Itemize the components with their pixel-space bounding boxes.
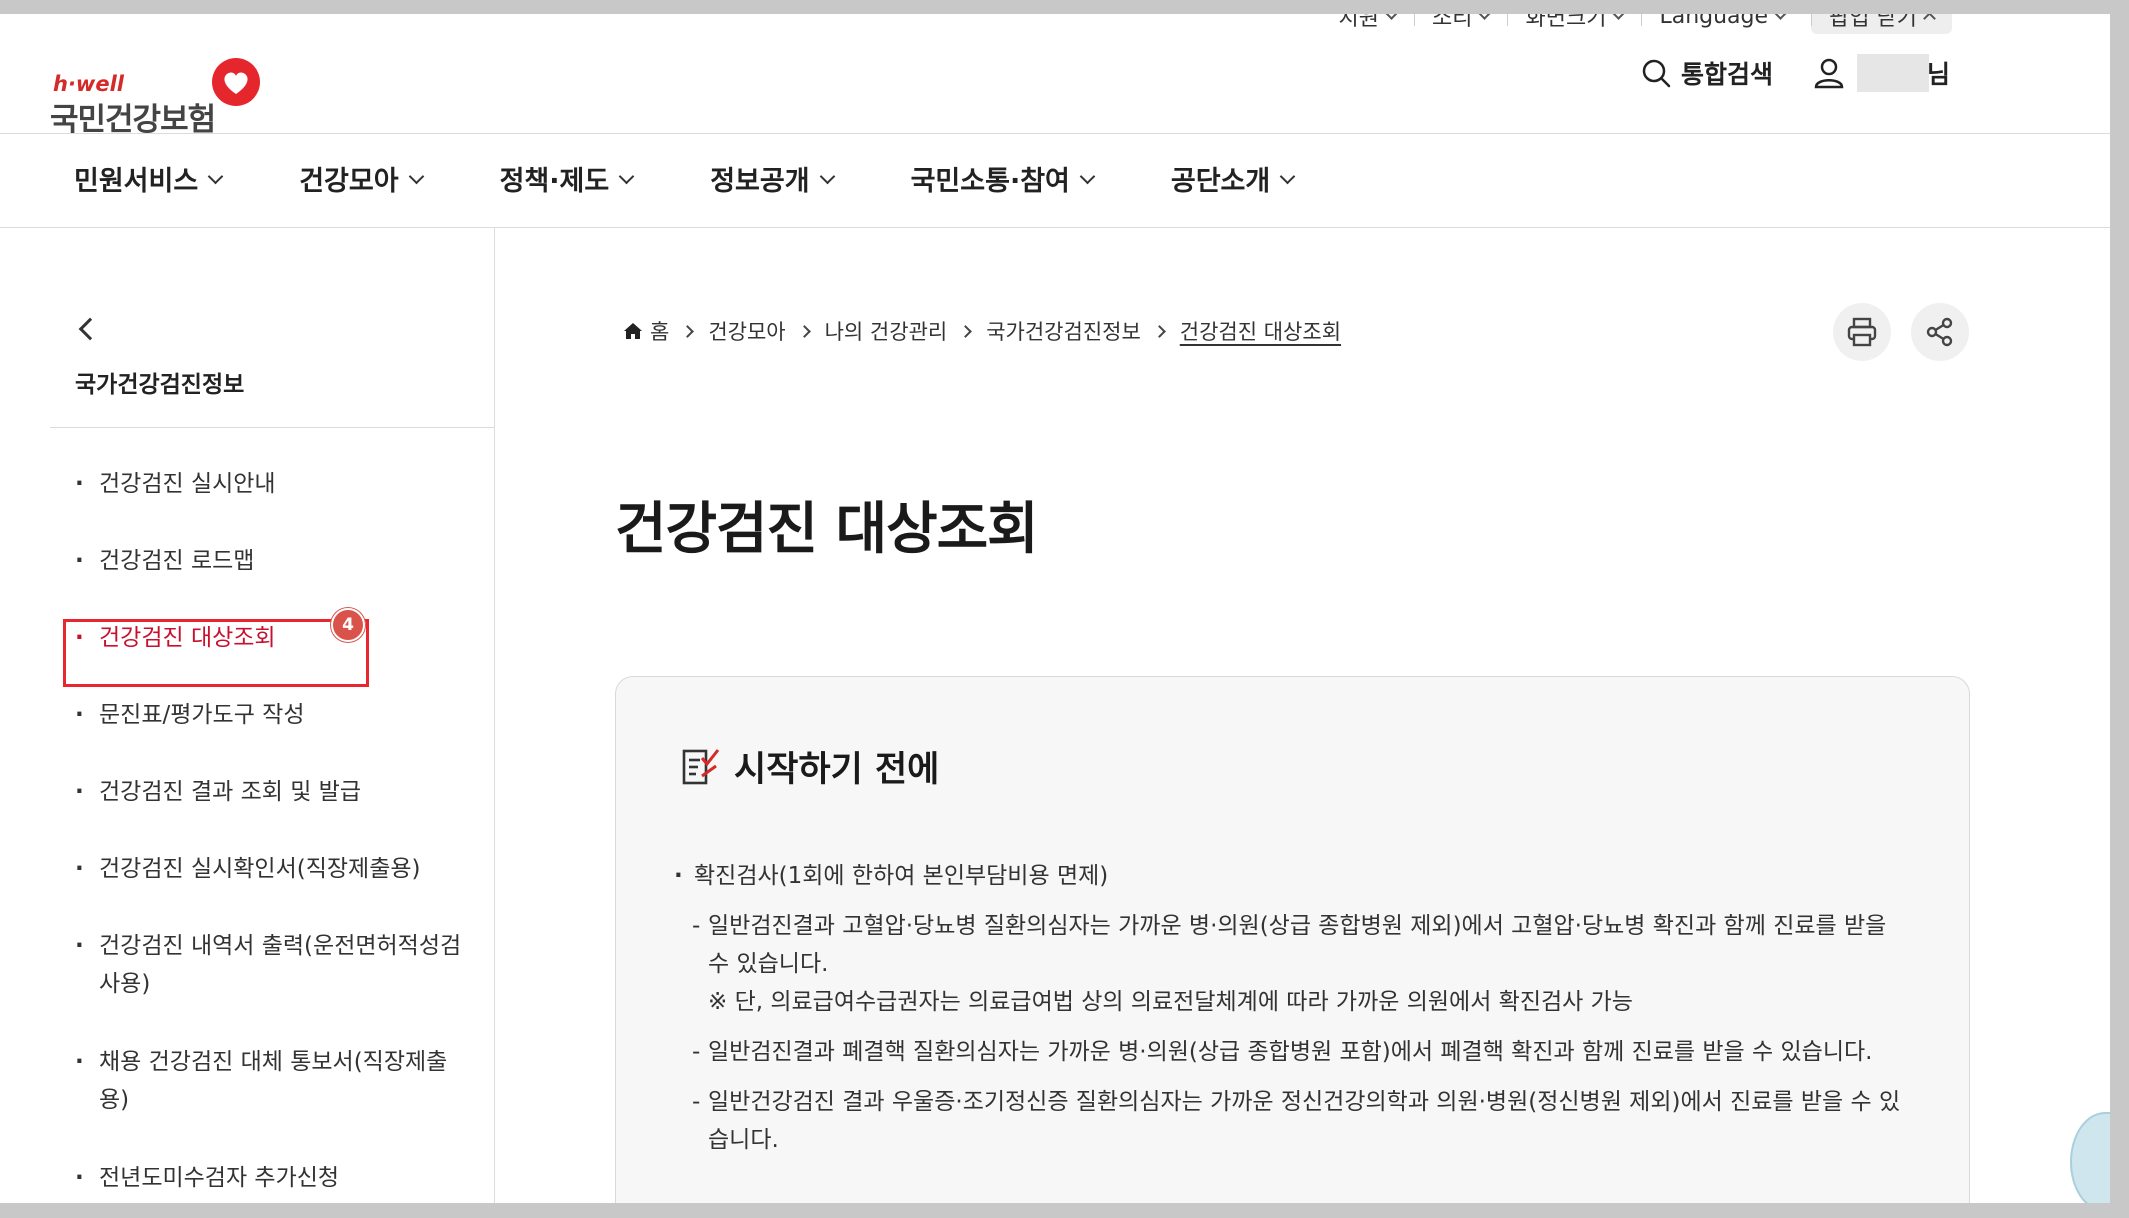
search-icon [1642,59,1671,88]
chevron-right-icon [681,324,695,338]
site-logo[interactable]: h·well 국민건강보험 [50,36,280,138]
gnb-info-disclosure[interactable]: 정보공개 [710,159,835,198]
share-icon [1926,317,1953,347]
gnb-health-moa[interactable]: 건강모아 [299,159,424,198]
breadcrumb: 홈 건강모아 나의 건강관리 국가건강검진정보 건강검진 대상조회 [622,316,1341,346]
notice-header: 시작하기 전에 [680,741,939,792]
utility-bar: 지원 소리 화면크기 Language 팝업 닫기 [1321,14,1952,34]
sidebar-item-employment-notice[interactable]: 채용 건강검진 대체 통보서(직장제출용) [75,1043,475,1119]
sidebar-title: 국가건강검진정보 [75,372,245,398]
chevron-right-icon [1152,324,1166,338]
back-arrow-icon[interactable] [78,317,102,341]
chevron-down-icon [207,168,224,184]
chevron-up-icon [1923,14,1936,25]
sidebar-item-questionnaire[interactable]: 문진표/평가도구 작성 [75,696,475,734]
main-navigation: 민원서비스 건강모아 정책·제도 정보공개 국민소통·참여 공단소개 [74,159,1371,198]
chevron-down-icon [1279,168,1296,184]
print-icon [1847,317,1877,347]
breadcrumb-current[interactable]: 건강검진 대상조회 [1180,316,1341,346]
chevron-down-icon [1478,14,1492,20]
share-button[interactable] [1911,303,1969,361]
notice-body: 확진검사(1회에 한하여 본인부담비용 면제) 일반검진결과 고혈압·당뇨병 질… [674,857,1914,1171]
before-start-notice: 시작하기 전에 확진검사(1회에 한하여 본인부담비용 면제) 일반검진결과 고… [615,676,1970,1203]
sidebar-item-checkup-guide[interactable]: 건강검진 실시안내 [75,465,475,503]
sidebar-item-roadmap[interactable]: 건강검진 로드맵 [75,542,475,580]
sidebar-item-results[interactable]: 건강검진 결과 조회 및 발급 [75,773,475,811]
heart-logo-icon [212,58,260,106]
sidebar-divider [50,427,495,428]
integrated-search-button[interactable]: 통합검색 [1641,55,1773,91]
chatbot-widget-button[interactable] [2070,1112,2110,1203]
gnb-policy[interactable]: 정책·제도 [500,159,635,198]
notice-item: 일반검진결과 폐결핵 질환의심자는 가까운 병·의원(상급 종합병원 포함)에서… [674,1033,1914,1071]
header-divider [0,133,2110,134]
chevron-down-icon [1079,168,1096,184]
breadcrumb-home[interactable]: 홈 [622,316,669,346]
notice-item: 일반검진결과 고혈압·당뇨병 질환의심자는 가까운 병·의원(상급 종합병원 제… [674,907,1914,1021]
sidebar: 국가건강검진정보 건강검진 실시안내 건강검진 로드맵 건강검진 대상조회 문진… [0,227,495,1203]
logo-subtitle: h·well [53,72,124,96]
notice-bullet: 확진검사(1회에 한하여 본인부담비용 면제) [674,857,1914,895]
chevron-down-icon [1774,14,1787,20]
header-actions: 통합검색 님 [1641,54,1950,92]
chevron-right-icon [797,324,811,338]
util-sound[interactable]: 소리 [1414,14,1507,34]
user-suffix: 님 [1926,60,1950,89]
gnb-civil-service[interactable]: 민원서비스 [74,159,224,198]
breadcrumb-my-health[interactable]: 나의 건강관리 [825,316,948,346]
page-title: 건강검진 대상조회 [615,497,1039,562]
chevron-down-icon [618,168,635,184]
notice-item: 일반건강검진 결과 우울증·조기정신증 질환의심자는 가까운 정신건강의학과 의… [674,1083,1914,1159]
user-menu[interactable]: 님 [1813,54,1950,92]
notice-note: ※ 단, 의료급여수급권자는 의료급여법 상의 의료전달체계에 따라 가까운 의… [708,989,1633,1015]
breadcrumb-national-checkup[interactable]: 국가건강검진정보 [986,316,1141,346]
gnb-about[interactable]: 공단소개 [1171,159,1296,198]
chevron-down-icon [408,168,424,184]
step-badge: 4 [331,608,365,642]
chevron-down-icon [1385,14,1398,20]
print-button[interactable] [1833,303,1891,361]
chevron-down-icon [819,168,835,184]
breadcrumb-health-moa[interactable]: 건강모아 [708,316,785,346]
checklist-icon [682,748,720,784]
chevron-down-icon [1612,14,1626,20]
sidebar-item-history-print[interactable]: 건강검진 내역서 출력(운전면허적성검사용) [75,927,475,1003]
browser-viewport: 지원 소리 화면크기 Language 팝업 닫기 h·well 국민건강보험 … [0,14,2110,1203]
masked-user-name [1856,54,1929,92]
highlight-box [63,619,369,687]
sidebar-item-confirmation[interactable]: 건강검진 실시확인서(직장제출용) [75,850,475,888]
home-icon [624,323,642,339]
chevron-right-icon [959,324,973,338]
user-icon [1814,58,1844,89]
util-screen-size[interactable]: 화면크기 [1507,14,1641,34]
notice-title: 시작하기 전에 [734,750,940,790]
sidebar-item-additional-request[interactable]: 전년도미수검자 추가신청 [75,1159,475,1197]
gnb-communication[interactable]: 국민소통·참여 [911,159,1096,198]
util-language[interactable]: Language [1641,14,1803,34]
util-support[interactable]: 지원 [1321,14,1414,34]
popup-close-button[interactable]: 팝업 닫기 [1811,14,1952,34]
